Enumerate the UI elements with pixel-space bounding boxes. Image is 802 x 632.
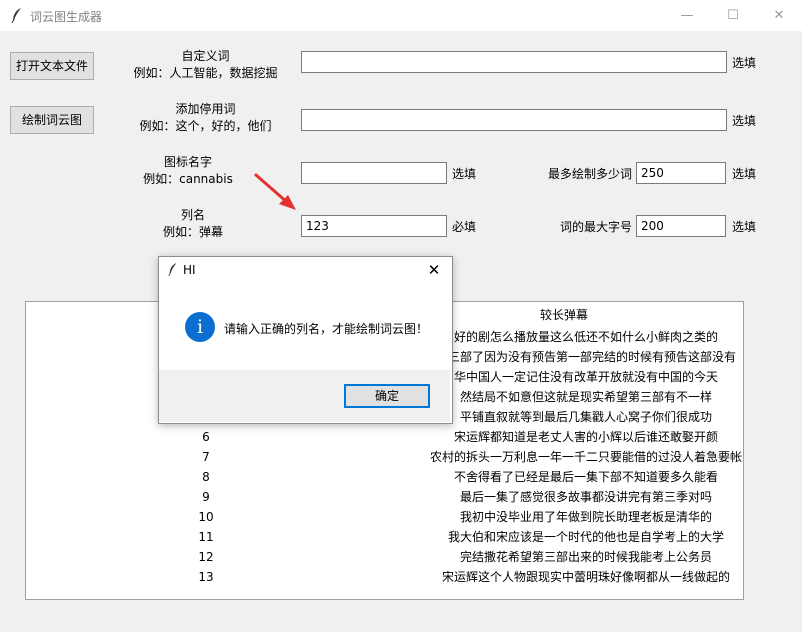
icon-name-label-block: 图标名字 例如：cannabis: [118, 154, 258, 188]
row-index: 9: [202, 490, 210, 504]
row-text: 我初中没毕业用了年做到院长助理老板是清华的: [459, 510, 712, 524]
stop-words-input[interactable]: [301, 109, 727, 131]
row-index: 8: [202, 470, 210, 484]
table-row[interactable]: 10 我初中没毕业用了年做到院长助理老板是清华的: [26, 507, 743, 527]
row-index: 7: [202, 450, 210, 464]
stop-words-label-block: 添加停用词 例如：这个，好的，他们: [118, 101, 293, 135]
table-row[interactable]: 8 不舍得看了已经是最后一集下部不知道要多久能看: [26, 467, 743, 487]
max-font-input[interactable]: [636, 215, 726, 237]
maximize-button[interactable]: ☐: [710, 0, 756, 31]
title-bar: 词云图生成器 — ☐ ✕: [0, 0, 802, 31]
row-text: 农村的拆头一万利息一年一千二只要能借的过没人着急要帐: [429, 450, 742, 464]
icon-name-example: 例如：cannabis: [143, 172, 233, 186]
custom-words-example: 例如：人工智能，数据挖掘: [133, 66, 278, 80]
column-name-example: 例如：弹幕: [162, 225, 223, 239]
custom-words-input[interactable]: [301, 51, 727, 73]
feather-icon: [11, 8, 21, 23]
dialog-close-button[interactable]: ✕: [422, 258, 446, 282]
row-text: 最后一集了感觉很多故事都没讲完有第三季对吗: [459, 490, 712, 504]
table-row[interactable]: 12 完结撒花希望第三部出来的时候我能考上公务员: [26, 547, 743, 567]
column-name-label-block: 列名 例如：弹幕: [150, 207, 236, 241]
row-index: 6: [202, 430, 210, 444]
row-index: 10: [198, 510, 214, 524]
custom-words-label: 自定义词: [181, 49, 230, 63]
max-words-label: 最多绘制多少词: [548, 167, 633, 181]
row-text: 完结撒花希望第三部出来的时候我能考上公务员: [459, 550, 712, 564]
open-file-button[interactable]: 打开文本文件: [10, 52, 94, 80]
icon-name-hint: 选填: [452, 167, 477, 181]
stop-words-label: 添加停用词: [175, 102, 236, 116]
max-words-input[interactable]: [636, 162, 726, 184]
info-icon: i: [185, 312, 215, 342]
column-name-input[interactable]: [301, 215, 447, 237]
table-header-text: 较长弹幕: [540, 308, 589, 322]
feather-icon: [168, 263, 177, 276]
ok-button[interactable]: 确定: [344, 384, 430, 408]
error-dialog: HI ✕ i 请输入正确的列名，才能绘制词云图！ 确定: [158, 256, 453, 424]
max-font-hint: 选填: [732, 220, 757, 234]
stop-words-hint: 选填: [732, 114, 757, 128]
stop-words-example: 例如：这个，好的，他们: [139, 119, 272, 133]
table-row[interactable]: 9 最后一集了感觉很多故事都没讲完有第三季对吗: [26, 487, 743, 507]
row-text: 不舍得看了已经是最后一集下部不知道要多久能看: [453, 470, 718, 484]
table-row[interactable]: 11 我大伯和宋应该是一个时代的他也是自学考上的大学: [26, 527, 743, 547]
row-text: 宋运辉这个人物跟现实中蕾明珠好像啊都从一线做起的: [441, 570, 730, 584]
row-text: 宋运辉都知道是老丈人害的小辉以后谁还敢娶开颜: [453, 430, 718, 444]
icon-name-label: 图标名字: [163, 155, 212, 169]
table-row[interactable]: 13 宋运辉这个人物跟现实中蕾明珠好像啊都从一线做起的: [26, 567, 743, 587]
row-text: 我大伯和宋应该是一个时代的他也是自学考上的大学: [447, 530, 724, 544]
icon-name-input[interactable]: [301, 162, 447, 184]
window-title: 词云图生成器: [30, 10, 103, 24]
dialog-message: 请输入正确的列名，才能绘制词云图！: [224, 322, 429, 336]
red-arrow-annotation: [254, 173, 296, 210]
table-row[interactable]: 7 农村的拆头一万利息一年一千二只要能借的过没人着急要帐: [26, 447, 743, 467]
dialog-footer: 确定: [159, 370, 450, 422]
custom-words-label-block: 自定义词 例如：人工智能，数据挖掘: [118, 48, 293, 82]
custom-words-hint: 选填: [732, 56, 757, 70]
row-index: 13: [198, 570, 214, 584]
draw-wordcloud-button[interactable]: 绘制词云图: [10, 106, 94, 134]
close-button[interactable]: ✕: [756, 0, 802, 31]
column-name-label: 列名: [180, 208, 205, 222]
max-words-hint: 选填: [732, 167, 757, 181]
row-index: 11: [198, 530, 214, 544]
row-index: 12: [198, 550, 214, 564]
table-row[interactable]: 6 宋运辉都知道是老丈人害的小辉以后谁还敢娶开颜: [26, 427, 743, 447]
max-font-label: 词的最大字号: [560, 220, 633, 234]
minimize-button[interactable]: —: [664, 0, 710, 31]
dialog-title: HI: [183, 263, 196, 277]
column-name-hint: 必填: [452, 220, 477, 234]
